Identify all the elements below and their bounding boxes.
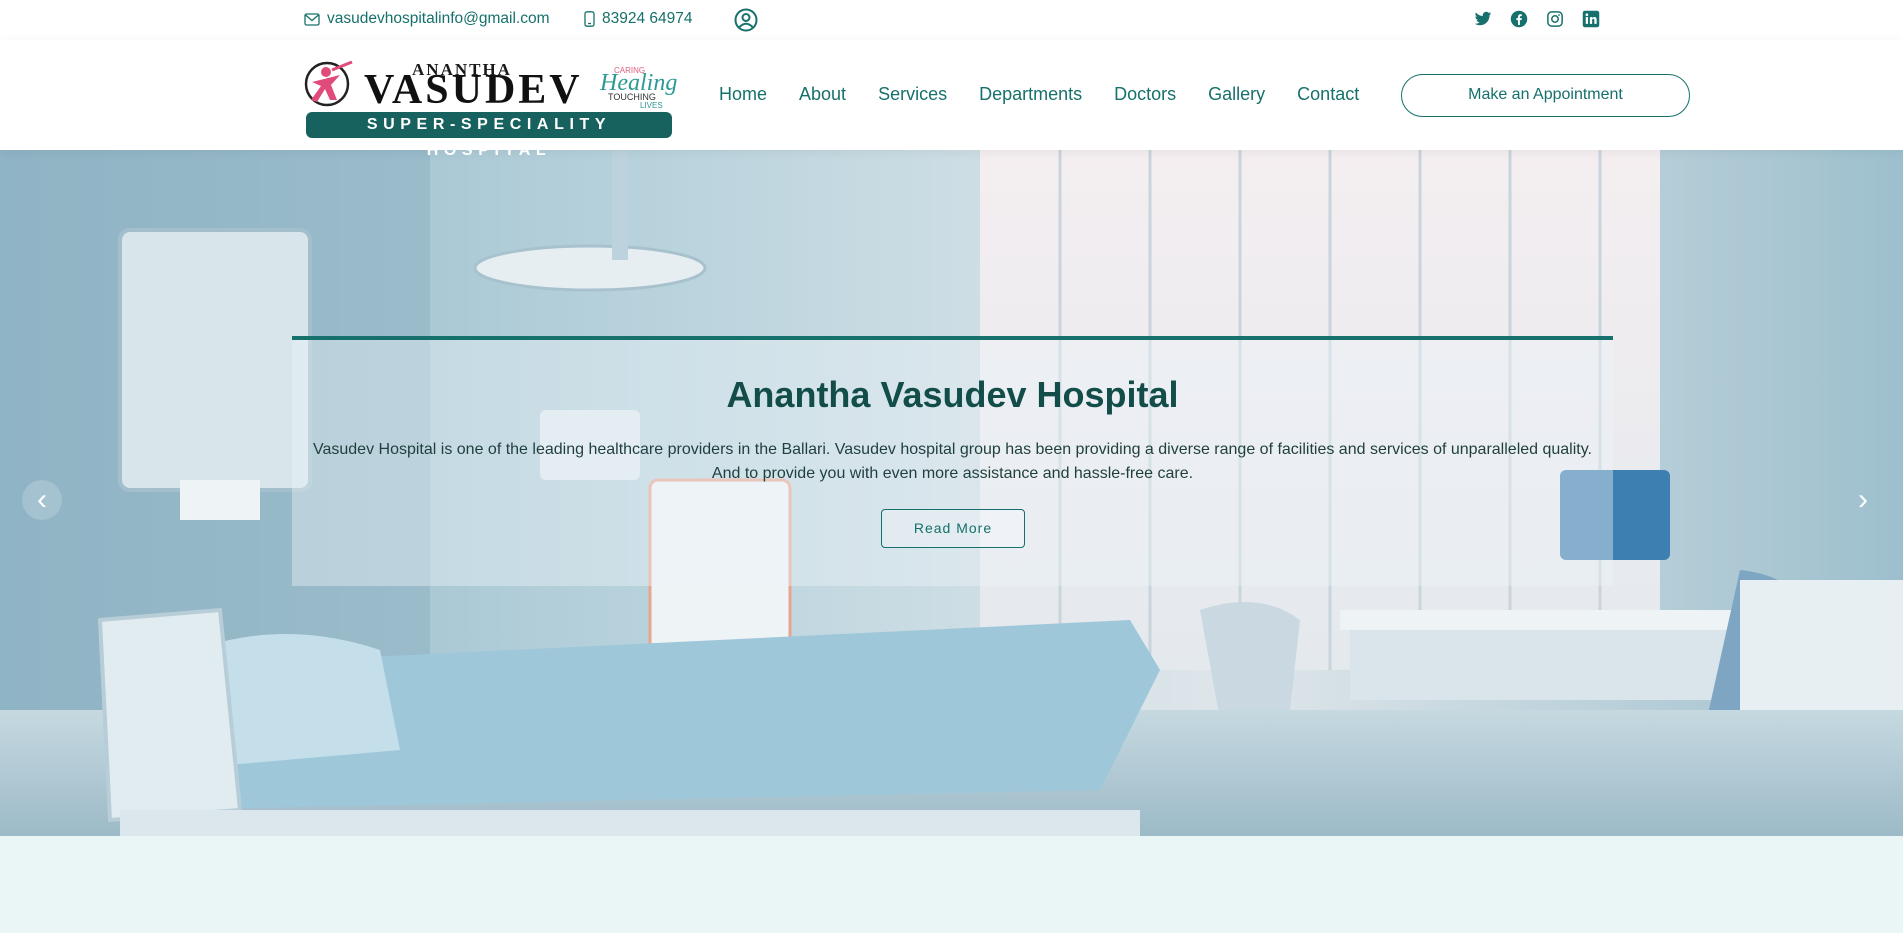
logo-tagline: CARING Healing TOUCHING LIVES [600, 66, 677, 110]
social-links [1474, 10, 1600, 28]
hero-title: Anantha Vasudev Hospital [726, 374, 1179, 415]
top-bar: vasudevhospitalinfo@gmail.com 83924 6497… [0, 0, 1903, 40]
facebook-icon[interactable] [1510, 10, 1528, 28]
user-account-icon[interactable] [734, 8, 758, 32]
hero-description-line-2: And to provide you with even more assist… [711, 465, 1194, 482]
hospital-logo[interactable]: ANANTHA VASUDEV CARING Healing TOUCHING … [304, 60, 677, 159]
nav-services[interactable]: Services [878, 84, 947, 105]
email-text: vasudevhospitalinfo@gmail.com [327, 10, 550, 27]
twitter-icon[interactable] [1474, 10, 1492, 28]
linkedin-icon[interactable] [1582, 10, 1600, 28]
logo-main-word: VASUDEV [364, 67, 583, 113]
next-section-background [0, 836, 1903, 933]
hero-slider: Anantha Vasudev Hospital Vasudev Hospita… [0, 150, 1903, 836]
phone-link[interactable]: 83924 64974 [584, 10, 693, 28]
hero-caption-panel: Anantha Vasudev Hospital Vasudev Hospita… [292, 336, 1613, 586]
logo-subtitle-bar: SUPER-SPECIALITY HOSPITAL [306, 112, 672, 159]
site-header: ANANTHA VASUDEV CARING Healing TOUCHING … [0, 40, 1903, 159]
email-link[interactable]: vasudevhospitalinfo@gmail.com [304, 10, 550, 28]
slider-prev-arrow-icon[interactable]: ‹ [22, 480, 62, 520]
phone-icon [584, 11, 595, 27]
read-more-button[interactable]: Read More [881, 509, 1025, 548]
instagram-icon[interactable] [1546, 10, 1564, 28]
nav-departments[interactable]: Departments [979, 84, 1082, 105]
nav-gallery[interactable]: Gallery [1208, 84, 1265, 105]
nav-doctors[interactable]: Doctors [1114, 84, 1176, 105]
nav-contact[interactable]: Contact [1297, 84, 1359, 105]
nav-home[interactable]: Home [719, 84, 767, 105]
nav-about[interactable]: About [799, 84, 846, 105]
logo-emblem-icon [304, 60, 353, 107]
slider-next-arrow-icon[interactable]: › [1843, 480, 1883, 520]
hero-description-line-1: Vasudev Hospital is one of the leading h… [313, 441, 1592, 458]
main-nav: Home About Services Departments Doctors … [719, 84, 1391, 105]
mail-icon [304, 12, 320, 26]
tagline-lives: LIVES [640, 101, 663, 110]
hero-description: Vasudev Hospital is one of the leading h… [304, 438, 1601, 486]
phone-text: 83924 64974 [602, 10, 693, 27]
make-appointment-button[interactable]: Make an Appointment [1401, 74, 1690, 117]
